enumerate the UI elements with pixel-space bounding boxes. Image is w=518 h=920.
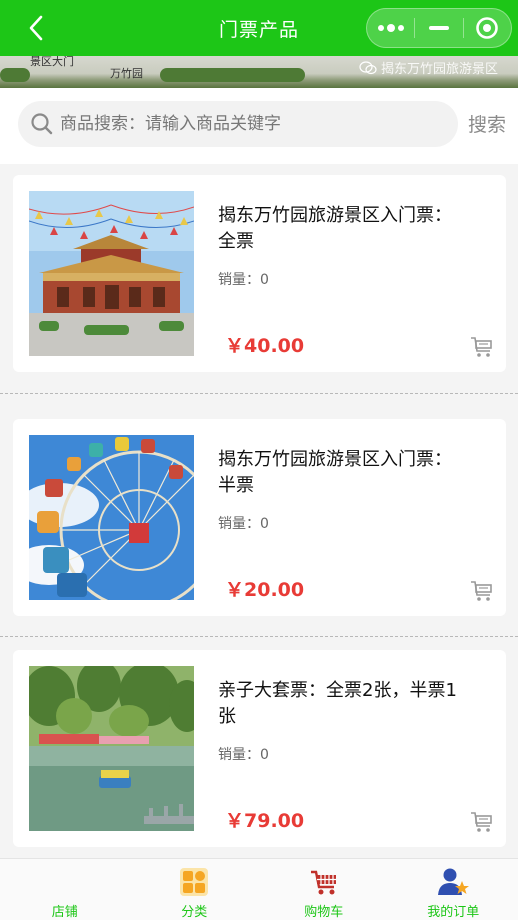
- banner-watermark: 揭东万竹园旅游景区: [359, 58, 498, 77]
- product-name[interactable]: 亲子大套票：全票2张，半票1张: [218, 678, 468, 730]
- product-name[interactable]: 揭东万竹园旅游景区入门票：全票: [218, 203, 468, 255]
- bottom-tab-bar: 店铺 分类 购物车 我的订单: [0, 858, 518, 920]
- search-bar: 搜索: [0, 88, 518, 164]
- list-divider: [0, 636, 518, 637]
- product-card[interactable]: 揭东万竹园旅游景区入门票：全票 销量：0 ￥40.00: [13, 175, 506, 372]
- orders-icon-wrap: [437, 867, 470, 897]
- page-title: 门票产品: [218, 18, 299, 41]
- product-sales: 销量：0: [218, 516, 269, 532]
- more-button[interactable]: [367, 9, 414, 47]
- banner-sign: 景区大门 万竹园: [30, 56, 143, 80]
- more-dots-icon: [377, 24, 404, 32]
- product-sales: 销量：0: [218, 747, 269, 763]
- banner-image: 景区大门 万竹园 揭东万竹园旅游景区: [0, 56, 518, 88]
- category-icon-wrap: [178, 867, 210, 897]
- category-icon: [180, 868, 209, 896]
- product-price: ￥20.00: [225, 579, 305, 601]
- banner-watermark-text: 揭东万竹园旅游景区: [380, 62, 498, 77]
- shop-icon: [49, 867, 81, 897]
- tab-shop[interactable]: 店铺: [0, 859, 130, 920]
- tab-my-orders[interactable]: 我的订单: [389, 859, 518, 920]
- nav-header: 门票产品: [0, 0, 518, 56]
- temple-photo: [29, 191, 194, 356]
- list-divider: [0, 393, 518, 394]
- banner-sign-line2: 万竹园: [110, 67, 143, 80]
- target-close-icon: [476, 17, 499, 39]
- add-to-cart-button[interactable]: [470, 810, 494, 834]
- shopping-cart-icon: [310, 870, 336, 895]
- minimize-button[interactable]: [415, 9, 462, 47]
- product-image-lake-boat[interactable]: [29, 666, 194, 831]
- cart-icon: [471, 581, 492, 601]
- cart-icon-wrap: [308, 867, 340, 897]
- ferris-wheel-photo: [29, 435, 194, 600]
- close-button[interactable]: [464, 9, 511, 47]
- mini-program-capsule: [366, 8, 512, 48]
- product-price: ￥79.00: [225, 810, 305, 832]
- wechat-icon: [359, 60, 377, 74]
- product-name[interactable]: 揭东万竹园旅游景区入门票：半票: [218, 447, 468, 499]
- tab-label: 分类: [181, 905, 208, 920]
- chevron-left-icon: [29, 15, 43, 41]
- product-card[interactable]: 揭东万竹园旅游景区入门票：半票 销量：0 ￥20.00: [13, 419, 506, 616]
- tab-category[interactable]: 分类: [130, 859, 260, 920]
- add-to-cart-button[interactable]: [470, 579, 494, 603]
- tab-label: 我的订单: [427, 905, 480, 920]
- cart-icon: [471, 812, 492, 832]
- product-sales: 销量：0: [218, 272, 269, 288]
- search-icon: [31, 113, 53, 135]
- lake-boat-photo: [29, 666, 194, 831]
- minimize-icon: [428, 26, 449, 30]
- back-button[interactable]: [22, 14, 50, 42]
- product-card[interactable]: 亲子大套票：全票2张，半票1张 销量：0 ￥79.00: [13, 650, 506, 847]
- tab-label: 购物车: [304, 905, 344, 920]
- orders-user-icon: [438, 868, 470, 895]
- search-button[interactable]: 搜索: [468, 110, 506, 137]
- add-to-cart-button[interactable]: [470, 335, 494, 359]
- search-input[interactable]: [60, 114, 450, 134]
- product-image-temple[interactable]: [29, 191, 194, 356]
- cart-icon: [471, 337, 492, 357]
- banner-bush: [0, 68, 30, 82]
- banner-bush: [160, 68, 305, 82]
- banner-sign-line1: 景区大门: [30, 56, 74, 68]
- product-image-ferris-wheel[interactable]: [29, 435, 194, 600]
- product-price: ￥40.00: [225, 335, 305, 357]
- tab-cart[interactable]: 购物车: [259, 859, 389, 920]
- search-box: [18, 101, 458, 147]
- tab-label: 店铺: [51, 905, 78, 920]
